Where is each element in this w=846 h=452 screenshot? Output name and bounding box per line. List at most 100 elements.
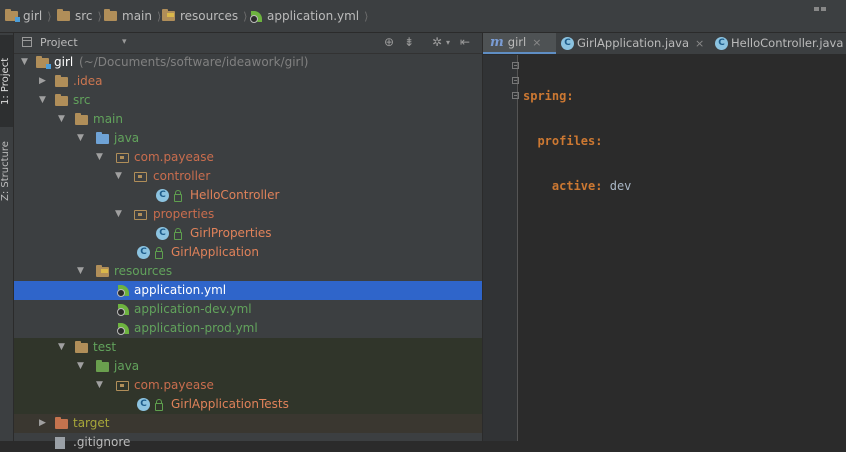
expanded-arrow-icon[interactable]: ▼ <box>77 357 84 376</box>
expanded-arrow-icon[interactable]: ▼ <box>115 167 122 186</box>
tree-item-gitignore[interactable]: .gitignore <box>14 433 482 452</box>
fold-icon[interactable] <box>512 92 519 99</box>
fold-icon[interactable] <box>512 77 519 84</box>
breadcrumb-src[interactable]: src ⟩ <box>57 9 106 23</box>
code-editor[interactable]: spring: profiles: active: dev <box>483 55 846 441</box>
class-icon: C <box>156 227 169 240</box>
yaml-key: profiles: <box>537 134 603 148</box>
expanded-arrow-icon[interactable]: ▼ <box>39 91 46 110</box>
tree-label: java <box>114 131 140 145</box>
collapsed-arrow-icon[interactable]: ▶ <box>39 72 46 91</box>
tree-item-test-package[interactable]: ▼ com.payease <box>14 376 482 395</box>
tree-item-package[interactable]: ▼ com.payease <box>14 148 482 167</box>
gear-icon[interactable]: ✲ <box>432 35 442 49</box>
tab-structure[interactable]: Z: Structure <box>0 131 13 211</box>
yaml-key: spring: <box>523 89 574 103</box>
project-view-selector[interactable]: Project <box>40 36 78 49</box>
folder-icon <box>75 113 88 125</box>
expanded-arrow-icon[interactable]: ▼ <box>21 53 28 72</box>
root-name: girl <box>54 55 74 69</box>
expanded-arrow-icon[interactable]: ▼ <box>77 262 84 281</box>
tree-item-java[interactable]: ▼ java <box>14 129 482 148</box>
expanded-arrow-icon[interactable]: ▼ <box>115 205 122 224</box>
breadcrumb-application-yml[interactable]: application.yml ⟩ <box>250 9 372 23</box>
gear-dropdown-icon[interactable]: ▾ <box>446 38 450 47</box>
folder-icon <box>75 341 88 353</box>
editor-tab-girl[interactable]: m girl × <box>483 33 556 54</box>
fold-icon[interactable] <box>512 62 519 69</box>
hide-icon[interactable]: ⇤ <box>460 35 470 49</box>
tree-label: properties <box>153 207 215 221</box>
breadcrumb-main[interactable]: main ⟩ <box>104 9 165 23</box>
root-path: (~/Documents/software/ideawork/girl) <box>79 55 309 69</box>
tree-item-controller[interactable]: ▼ controller <box>14 167 482 186</box>
collapse-all-icon[interactable]: ⇟ <box>404 35 414 49</box>
lock-icon <box>155 247 163 259</box>
expanded-arrow-icon[interactable]: ▼ <box>96 148 103 167</box>
folder-icon <box>104 9 117 21</box>
crosshair-icon[interactable]: ⊕ <box>384 35 394 49</box>
class-icon: C <box>715 37 728 50</box>
spring-yaml-icon <box>117 322 130 335</box>
expanded-arrow-icon[interactable]: ▼ <box>96 376 103 395</box>
tree-item-application-dev-yml[interactable]: application-dev.yml <box>14 300 482 319</box>
tree-item-root[interactable]: ▼ girl (~/Documents/software/ideawork/gi… <box>14 53 482 72</box>
tree-item-idea[interactable]: ▶ .idea <box>14 72 482 91</box>
tree-label: main <box>93 112 123 126</box>
module-folder-icon <box>5 9 20 22</box>
tree-label: controller <box>153 169 211 183</box>
package-icon <box>134 172 147 182</box>
editor-gutter <box>483 55 519 441</box>
tree-label: application.yml <box>134 283 227 297</box>
yaml-value: dev <box>609 179 632 193</box>
breadcrumb-label: girl <box>23 9 43 23</box>
tree-item-main[interactable]: ▼ main <box>14 110 482 129</box>
maven-m-icon: m <box>490 35 504 50</box>
chevron-right-icon: ⟩ <box>156 9 162 23</box>
breadcrumb-girl[interactable]: girl ⟩ <box>5 9 56 23</box>
editor-tab-label: HelloController.java <box>731 36 844 50</box>
tree-item-girl-properties[interactable]: C GirlProperties <box>14 224 482 243</box>
editor-tab-hello-controller[interactable]: C HelloController.java <box>709 33 846 54</box>
tree-label: target <box>73 416 110 430</box>
tree-item-target[interactable]: ▶ target <box>14 414 482 433</box>
tree-item-hello-controller[interactable]: C HelloController <box>14 186 482 205</box>
tree-item-resources[interactable]: ▼ resources <box>14 262 482 281</box>
test-source-folder-icon <box>96 360 109 372</box>
breadcrumb-label: main <box>122 9 152 23</box>
expanded-arrow-icon[interactable]: ▼ <box>58 110 65 129</box>
yaml-code[interactable]: spring: profiles: active: dev <box>523 59 631 224</box>
folder-icon <box>57 9 70 21</box>
spring-yaml-icon <box>117 303 130 316</box>
close-icon[interactable]: × <box>695 34 704 53</box>
tree-item-girl-application-tests[interactable]: C GirlApplicationTests <box>14 395 482 414</box>
tree-item-test-java[interactable]: ▼ java <box>14 357 482 376</box>
tree-item-properties[interactable]: ▼ properties <box>14 205 482 224</box>
folder-icon <box>55 75 68 87</box>
package-icon <box>116 153 129 163</box>
tool-window-strip: 1: Project Z: Structure <box>0 33 14 441</box>
project-view-icon <box>22 37 32 47</box>
resources-folder-icon <box>96 265 109 277</box>
tree-item-src[interactable]: ▼ src <box>14 91 482 110</box>
expanded-arrow-icon[interactable]: ▼ <box>77 129 84 148</box>
tree-item-application-prod-yml[interactable]: application-prod.yml <box>14 319 482 338</box>
expanded-arrow-icon[interactable]: ▼ <box>58 338 65 357</box>
collapsed-arrow-icon[interactable]: ▶ <box>39 414 46 433</box>
tree-label: GirlProperties <box>190 226 272 240</box>
tree-label: test <box>93 340 117 354</box>
code-line-2: profiles: <box>523 134 631 149</box>
spring-class-icon: C <box>561 37 574 50</box>
tree-item-application-yml[interactable]: application.yml <box>14 281 482 300</box>
close-icon[interactable]: × <box>532 33 541 52</box>
tree-item-test[interactable]: ▼ test <box>14 338 482 357</box>
chevron-down-icon[interactable]: ▾ <box>122 37 127 47</box>
chevron-right-icon: ⟩ <box>243 9 248 23</box>
editor-tab-girl-application[interactable]: C GirlApplication.java × <box>557 33 709 54</box>
tree-label: application-dev.yml <box>134 302 252 316</box>
project-panel: Project ▾ ⊕ ⇟ ✲ ▾ ⇤ ▼ girl (~/Documents/… <box>14 33 482 449</box>
tab-project[interactable]: 1: Project <box>0 35 13 127</box>
navigation-bar: girl ⟩ src ⟩ main ⟩ resources ⟩ applicat… <box>0 0 846 33</box>
breadcrumb-resources[interactable]: resources ⟩ <box>162 9 251 23</box>
tree-item-girl-application[interactable]: C GirlApplication <box>14 243 482 262</box>
